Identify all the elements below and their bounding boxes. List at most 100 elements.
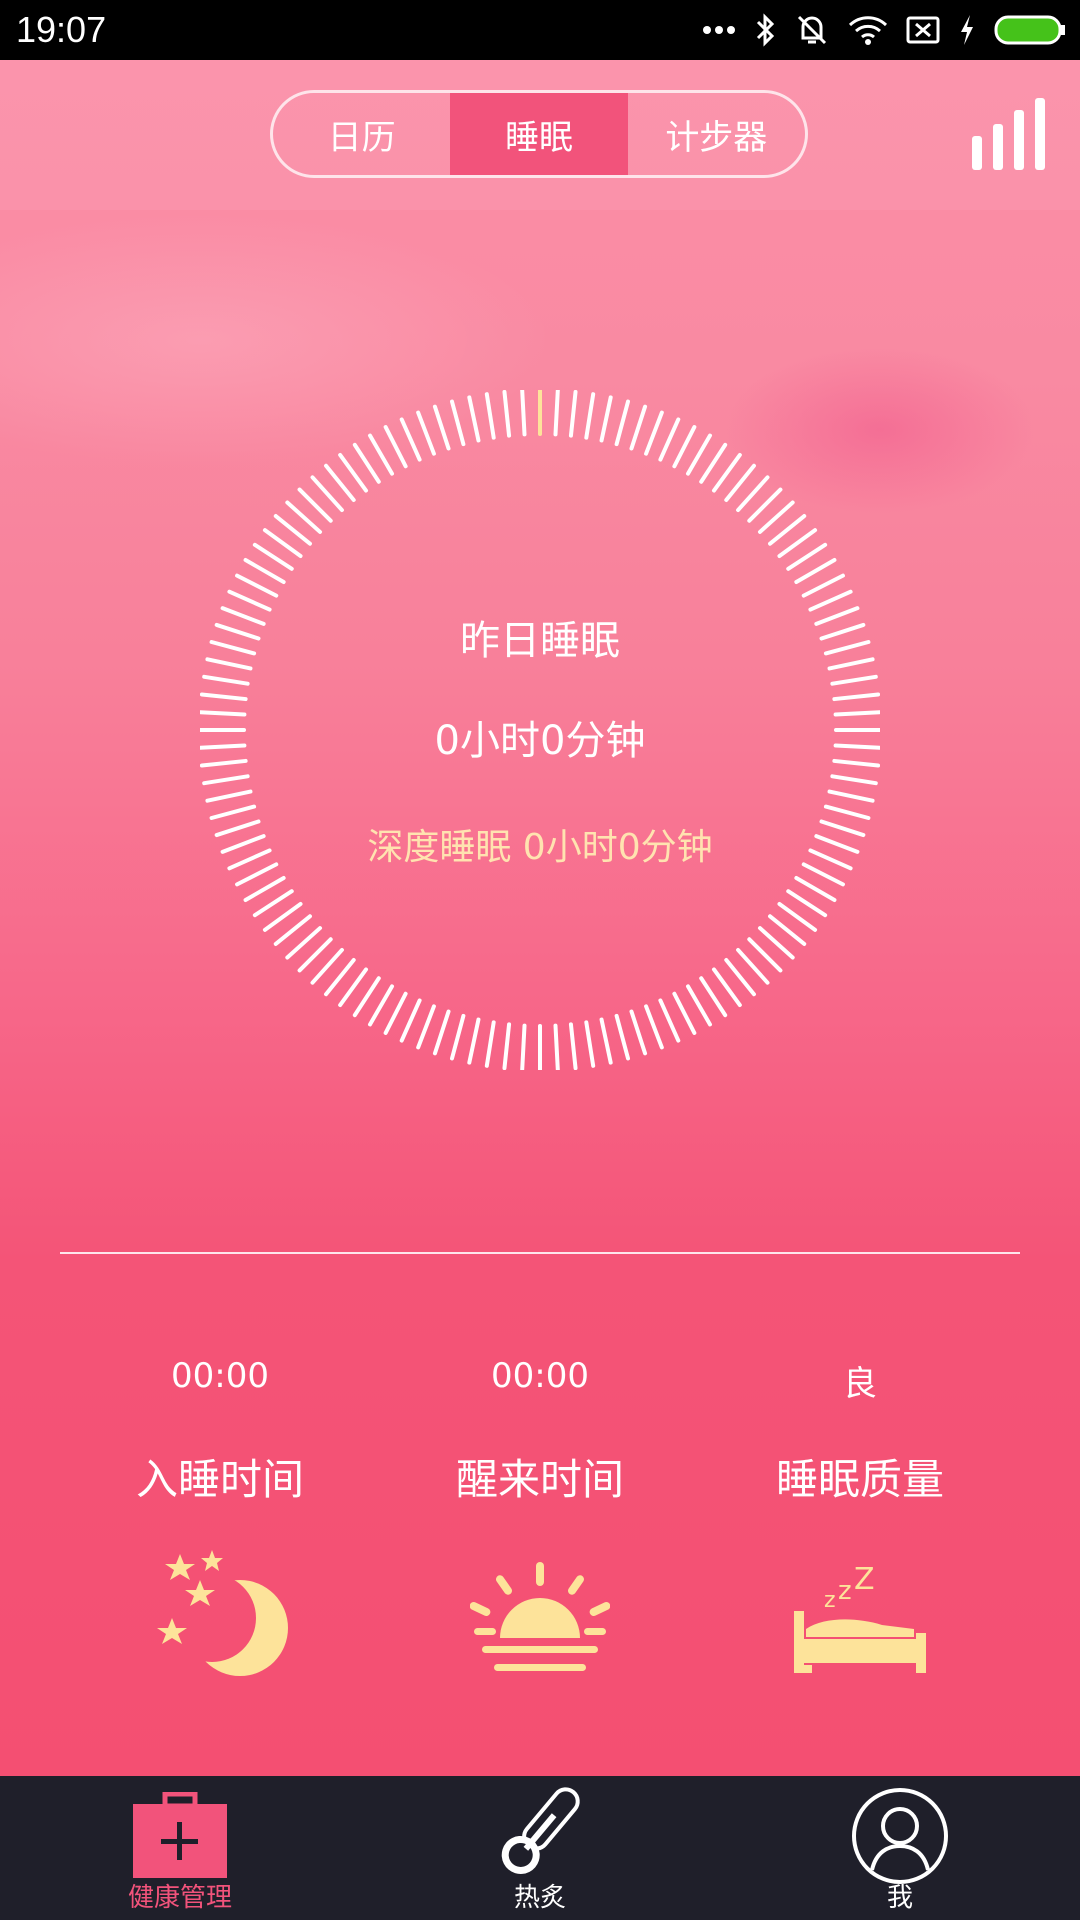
dial-tick [352,976,381,1018]
dial-tick [243,876,286,902]
battery-icon [994,15,1065,45]
dial-tick [786,889,828,918]
status-time: 19:07 [16,9,107,50]
nav-health-management[interactable]: 健康管理 [80,1776,280,1920]
dial-tick [672,991,697,1035]
dial-tick [450,1013,466,1061]
sleep-total-duration: 0小时0分钟 [434,718,646,764]
dial-tick [629,404,648,451]
dial-tick [252,542,294,571]
dial-tick [467,1017,481,1065]
more-dots-icon [703,26,735,34]
thermometer-icon [501,1787,580,1874]
status-bar: 19:07 [0,0,1080,60]
dial-tick [484,392,496,440]
dial-tick [450,399,466,447]
bedtime-label: 入睡时间 [135,1455,304,1504]
dial-tick [599,1017,613,1065]
dial-tick [699,442,728,484]
tab-calendar[interactable]: 日历 [273,93,450,175]
dial-tick [599,395,613,443]
dial-tick [568,1022,578,1070]
dial-tick [502,390,512,438]
dial-tick [794,876,837,902]
dial-tick [383,991,408,1035]
status-icons [702,10,1066,50]
dial-tick [832,692,880,702]
dial-tick [827,789,875,803]
dial-tick [686,984,712,1027]
dial-tick [801,573,845,598]
nav-moxibustion-label: 热炙 [513,1883,566,1913]
dial-tick [383,425,408,469]
dial-tick [786,542,828,571]
dial-tick [368,433,394,476]
nav-me[interactable]: 我 [800,1776,1000,1920]
svg-text:z: z [838,1576,852,1606]
sleep-quality-value: 良 [843,1364,877,1404]
dial-tick [243,558,286,584]
dial-tick [644,1004,664,1050]
dial-tick [658,998,681,1043]
dial-tick [553,1023,560,1070]
dial-tick [399,998,422,1043]
bluetooth-icon [756,13,775,47]
dial-tick [629,1009,648,1056]
dial-tick [614,1013,630,1061]
sleep-summary-title: 昨日睡眠 [460,618,620,664]
dial-tick [794,558,837,584]
dial-tick [416,1004,436,1050]
no-sim-icon [906,16,940,44]
dial-tick [584,1020,596,1068]
wake-time-value: 00:00 [491,1356,589,1396]
statistics-icon[interactable] [970,96,1048,172]
dial-tick [672,425,697,469]
dial-tick [568,390,578,438]
moon-stars-icon [157,1550,288,1676]
dial-tick [808,589,853,612]
nav-health-management-label: 健康管理 [127,1883,232,1913]
dial-tick [830,774,878,786]
dial-tick [584,392,596,440]
tab-pedometer[interactable]: 计步器 [628,93,805,175]
wake-time-label: 醒来时间 [455,1455,624,1504]
segment-tabs: 日历 睡眠 计步器 [270,90,808,178]
profile-icon [852,1788,948,1884]
tab-sleep[interactable]: 睡眠 [450,93,628,175]
wifi-icon [848,16,888,45]
svg-text:z: z [824,1588,836,1613]
bedtime-value: 00:00 [171,1356,269,1396]
dial-tick [209,804,257,820]
dial-tick [686,433,712,476]
deep-sleep-duration: 深度睡眠 0小时0分钟 [367,827,713,868]
dial-tick [368,984,394,1027]
dial-tick [202,674,250,686]
dial-tick [484,1020,496,1068]
bottom-nav: 健康管理 热炙 我 [0,1776,1080,1920]
nav-me-label: 我 [886,1883,913,1913]
dial-tick [467,395,481,443]
dial-tick [520,1023,527,1070]
dial-tick [830,674,878,686]
mute-icon [797,15,827,45]
dial-tick [432,404,451,451]
dial-tick [200,692,248,702]
dial-tick [823,804,871,820]
dial-tick [658,417,681,462]
dial-tick [399,417,422,462]
bed-sleep-icon: z z Z [794,1565,926,1673]
dial-tick [416,410,436,456]
sunrise-icon [470,1562,610,1671]
dial-tick [644,410,664,456]
dial-tick [432,1009,451,1056]
dial-tick [235,573,279,598]
divider [60,1252,1020,1254]
dial-tick [227,589,272,612]
dial-tick [520,390,527,437]
dial-tick [502,1022,512,1070]
nav-moxibustion[interactable]: 热炙 [440,1776,640,1920]
charging-icon [961,15,973,45]
dial-tick [205,789,253,803]
dial-tick [699,976,728,1018]
medical-kit-icon [133,1792,227,1878]
